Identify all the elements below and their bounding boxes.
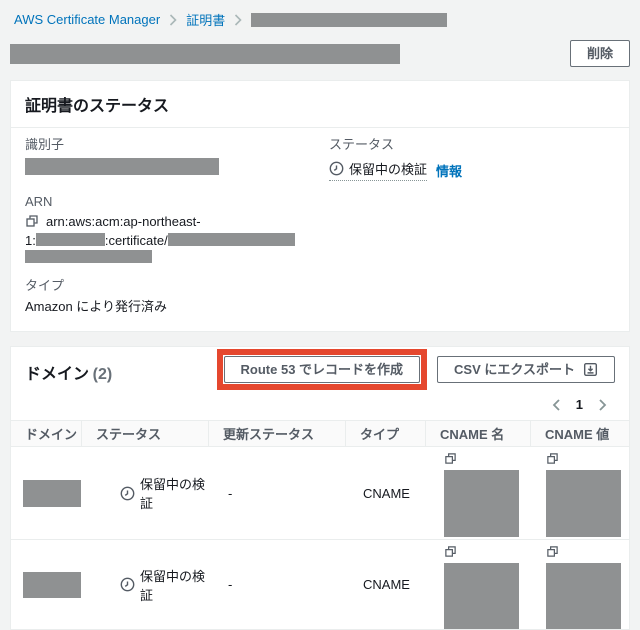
type-field: タイプ Amazon により発行済み: [25, 278, 329, 315]
row-type: CNAME: [363, 485, 410, 501]
export-csv-label: CSV にエクスポート: [454, 362, 575, 377]
column-header-domain: ドメイン: [25, 427, 78, 442]
domains-title: ドメイン: [25, 366, 90, 383]
type-label: タイプ: [25, 278, 65, 293]
status-label: ステータス: [329, 137, 395, 152]
domain-redacted: [23, 571, 81, 598]
column-header-type: タイプ: [345, 421, 425, 446]
previous-page-icon[interactable]: [552, 398, 561, 411]
export-csv-button[interactable]: CSV にエクスポート: [437, 356, 615, 383]
status-text: 保留中の検証: [349, 162, 428, 177]
identifier-field: 識別子: [25, 137, 329, 178]
clock-icon: [120, 486, 135, 501]
row-type: CNAME: [363, 577, 410, 592]
cname-name-redacted: [444, 470, 519, 537]
table-row: 保留中の検証 - CNAME: [11, 540, 629, 629]
arn-text-line2-mid: :certificate/: [104, 233, 168, 248]
page-title-redacted: [10, 43, 400, 64]
column-header-cname-name: CNAME 名: [425, 421, 530, 446]
status-field: ステータス 保留中の検証 情報: [329, 137, 462, 315]
row-renewal-status: -: [228, 577, 233, 592]
breadcrumb-link-certificates[interactable]: 証明書: [186, 10, 225, 29]
identifier-label: 識別子: [25, 137, 65, 152]
certificate-status-panel-header: 証明書のステータス: [11, 81, 629, 128]
info-link[interactable]: 情報: [436, 161, 462, 180]
table-header-row: ドメイン ステータス 更新ステータス タイプ CNAME 名 CNAME 値: [11, 420, 629, 447]
copy-icon[interactable]: [444, 545, 457, 561]
next-page-icon[interactable]: [598, 398, 607, 411]
copy-icon[interactable]: [546, 545, 559, 561]
arn-text-line1: arn:aws:acm:ap-northeast-: [46, 214, 201, 229]
row-status-text: 保留中の検証: [140, 477, 206, 511]
breadcrumb: AWS Certificate Manager 証明書: [0, 0, 640, 29]
arn-label: ARN: [25, 194, 53, 209]
certificate-status-panel: 証明書のステータス 識別子 ARN arn:aws:acm:ap-northea…: [10, 80, 630, 332]
type-value: Amazon により発行済み: [25, 299, 168, 314]
column-header-renewal-status: 更新ステータス: [208, 421, 345, 446]
annotation-highlight-box: Route 53 でレコードを作成: [216, 349, 428, 390]
cname-name-redacted: [444, 563, 519, 629]
copy-icon[interactable]: [25, 214, 39, 232]
domains-panel-header: ドメイン (2) Route 53 でレコードを作成 CSV にエクスポート: [11, 347, 629, 390]
certificate-status-title: 証明書のステータス: [25, 98, 170, 115]
arn-cert-id2-redacted: [25, 250, 152, 263]
arn-field: ARN arn:aws:acm:ap-northeast- 1: :certifi…: [25, 194, 329, 266]
clock-icon: [329, 161, 344, 176]
column-header-status: ステータス: [81, 421, 208, 446]
row-renewal-status: -: [228, 485, 233, 501]
copy-icon[interactable]: [444, 452, 457, 468]
pagination: 1: [11, 390, 629, 420]
page-header: 削除: [0, 29, 640, 80]
status-pending-validation[interactable]: 保留中の検証: [329, 159, 428, 181]
arn-cert-id-redacted: [167, 233, 295, 246]
delete-button[interactable]: 削除: [569, 40, 630, 67]
breadcrumb-current-redacted: [251, 12, 448, 27]
domain-redacted: [23, 479, 81, 507]
create-route53-records-button[interactable]: Route 53 でレコードを作成: [223, 356, 421, 383]
copy-icon[interactable]: [546, 452, 559, 468]
chevron-right-icon: [169, 13, 177, 26]
table-row: 保留中の検証 - CNAME: [11, 447, 629, 540]
cname-value-redacted: [546, 470, 621, 537]
domains-count: (2): [92, 366, 113, 383]
row-status-text: 保留中の検証: [140, 568, 206, 603]
page-number[interactable]: 1: [576, 397, 583, 412]
breadcrumb-link-acm[interactable]: AWS Certificate Manager: [14, 12, 160, 27]
column-header-cname-value: CNAME 値: [530, 421, 629, 446]
cname-value-redacted: [546, 563, 621, 629]
identifier-value-redacted: [25, 158, 219, 175]
arn-account-redacted: [35, 233, 105, 246]
domains-panel: ドメイン (2) Route 53 でレコードを作成 CSV にエクスポート 1…: [10, 346, 630, 630]
download-icon: [583, 362, 598, 377]
arn-text-line2-prefix: 1:: [25, 233, 36, 248]
chevron-right-icon: [234, 13, 242, 26]
clock-icon: [120, 577, 135, 592]
